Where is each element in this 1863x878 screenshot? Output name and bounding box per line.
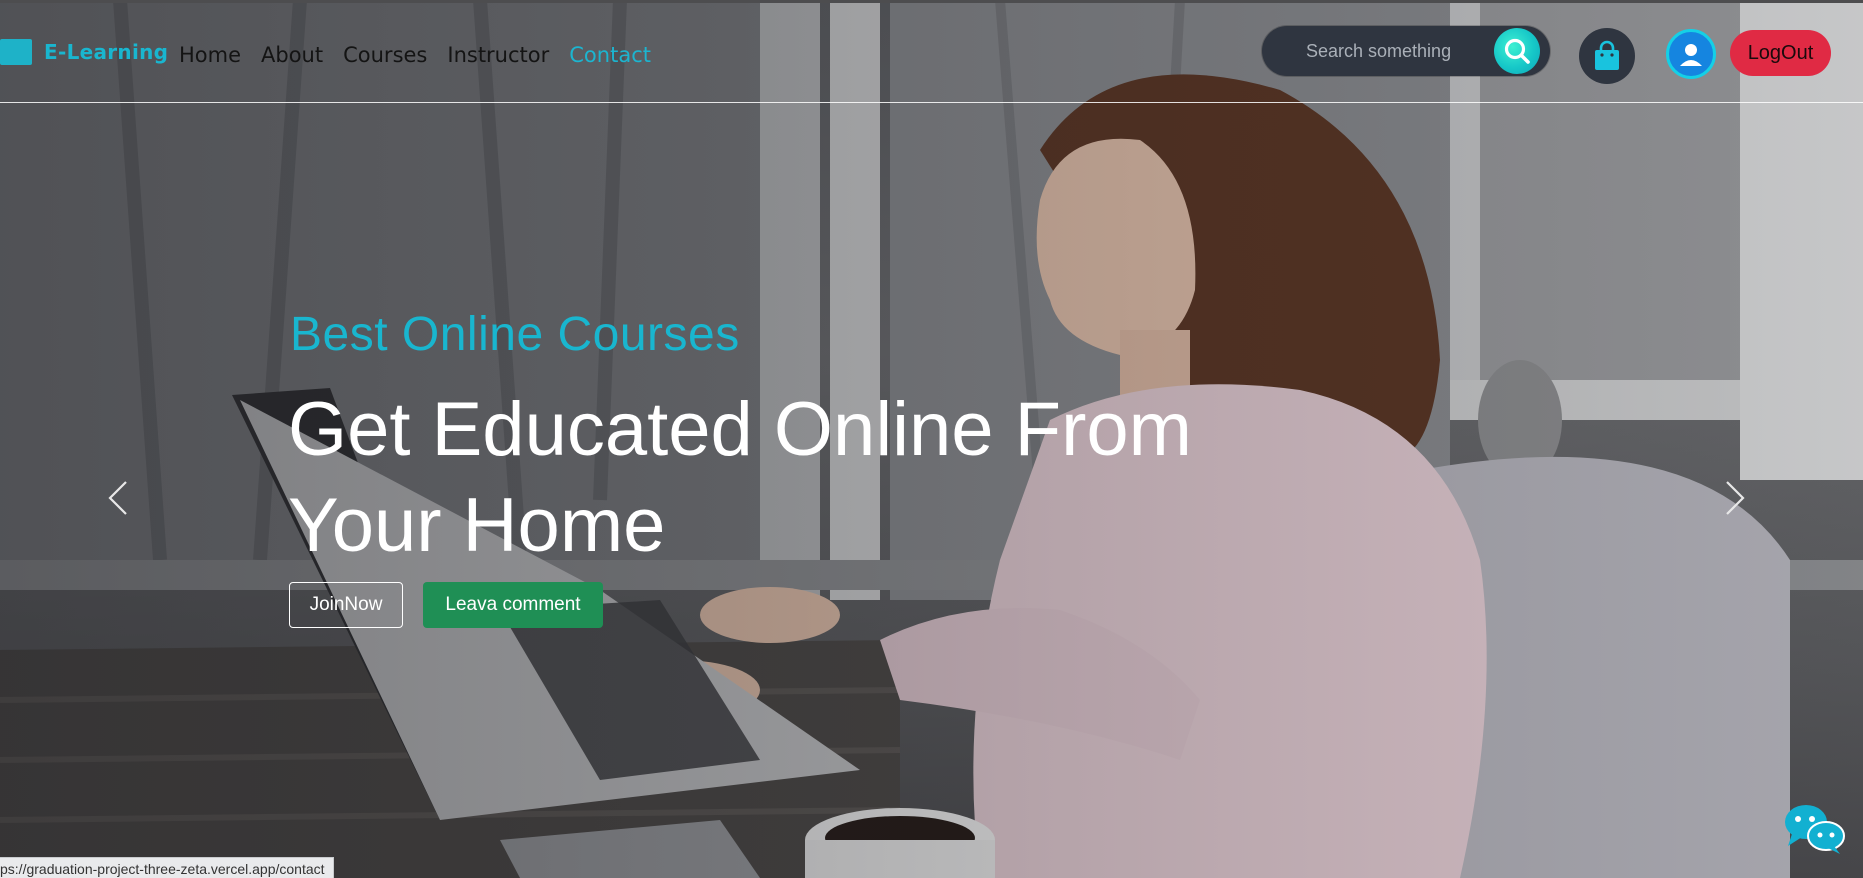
- chat-bubbles-icon: [1785, 805, 1845, 854]
- hero-eyebrow: Best Online Courses: [290, 308, 740, 361]
- logout-button[interactable]: LogOut: [1730, 30, 1831, 76]
- brand-name: E-Learning: [44, 40, 169, 64]
- cart-button[interactable]: [1579, 28, 1635, 84]
- navbar: E-Learning Home About Courses Instructor…: [0, 3, 1863, 103]
- search-button[interactable]: [1494, 28, 1540, 74]
- search-input[interactable]: [1304, 39, 1478, 63]
- search-icon: [1504, 38, 1530, 64]
- logo-icon: [0, 39, 32, 65]
- leave-comment-button[interactable]: Leava comment: [423, 582, 603, 628]
- nav-link-home[interactable]: Home: [179, 43, 241, 67]
- nav-link-about[interactable]: About: [261, 43, 323, 67]
- shopping-bag-icon: [1595, 40, 1619, 70]
- user-avatar-icon: [1680, 44, 1702, 66]
- user-profile-button[interactable]: [1666, 29, 1716, 79]
- status-url: ps://graduation-project-three-zeta.verce…: [0, 860, 325, 877]
- search-bar: [1262, 26, 1550, 76]
- nav-link-contact[interactable]: Contact: [569, 43, 651, 67]
- hero-headline-line1: Get Educated Online From: [288, 387, 1192, 472]
- carousel-next-button[interactable]: [1713, 478, 1753, 518]
- browser-status-bar: ps://graduation-project-three-zeta.verce…: [0, 857, 334, 878]
- nav-link-instructor[interactable]: Instructor: [447, 43, 549, 67]
- join-now-button[interactable]: JoinNow: [289, 582, 403, 628]
- hero-headline: Get Educated Online From Your Home: [288, 382, 1288, 574]
- chevron-left-icon: [108, 481, 127, 515]
- brand-logo[interactable]: E-Learning: [0, 37, 168, 67]
- chat-button[interactable]: [1782, 802, 1846, 856]
- hero-headline-line2: Your Home: [288, 483, 666, 568]
- chevron-right-icon: [1726, 481, 1745, 515]
- nav-link-courses[interactable]: Courses: [343, 43, 427, 67]
- carousel-prev-button[interactable]: [100, 478, 140, 518]
- main-nav: Home About Courses Instructor Contact: [179, 43, 671, 67]
